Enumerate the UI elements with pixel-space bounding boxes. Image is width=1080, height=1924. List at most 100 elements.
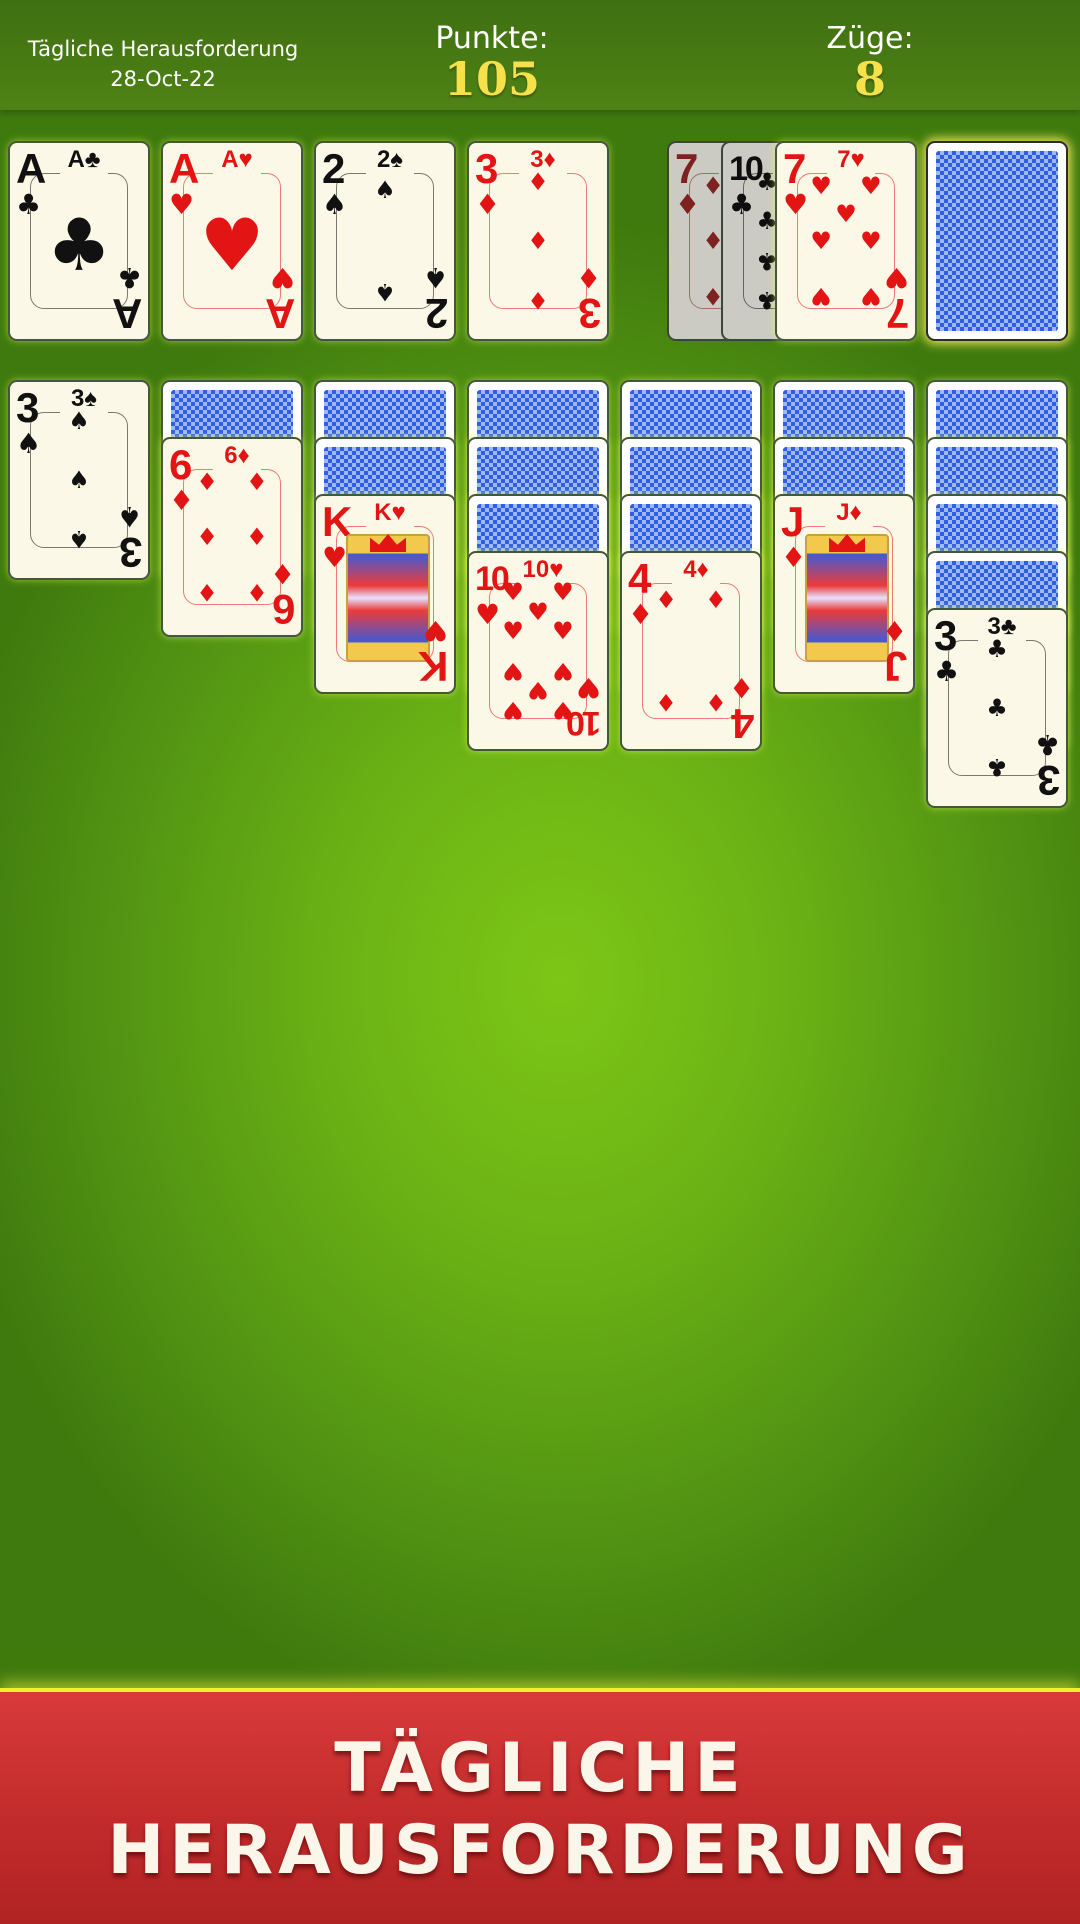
moves-label: Züge:: [826, 21, 914, 56]
card-suit-icon: ♣: [934, 655, 960, 688]
card-index: 4♦: [672, 556, 720, 584]
tableau-1-top-card[interactable]: 3 ♠ 3♠ ♠ ♠ ♠ 3 ♠: [8, 380, 150, 580]
tableau-5-top-card[interactable]: 4 ♦ 4♦ ♦ ♦ ♦ ♦ 4 ♦: [620, 551, 762, 751]
card-pip-icon: ♥: [527, 676, 549, 705]
card-pip-icon: ♣: [986, 635, 1008, 664]
card-rank: 3: [934, 612, 958, 659]
card-rank: 3: [16, 384, 40, 431]
card-rank: 6: [169, 441, 193, 488]
stock-pile[interactable]: [926, 141, 1068, 341]
challenge-info: Tägliche Herausforderung 28-Oct-22: [0, 34, 326, 94]
challenge-title: Tägliche Herausforderung: [27, 37, 299, 61]
card-suit-rotated-icon: ♠: [422, 261, 448, 294]
tableau-3-top-card[interactable]: K ♥ K♥ K ♥: [314, 494, 456, 694]
card-pip-icon: ♠: [374, 176, 396, 205]
card-face-figure: [805, 534, 889, 662]
foundation-card-4[interactable]: 3 ♦ 3♦ ♦ ♦ ♦ 3 ♦: [467, 141, 609, 341]
card-suit-rotated-icon: ♣: [1034, 728, 1060, 761]
banner-line-1: TÄGLICHE: [334, 1729, 746, 1808]
points-label: Punkte:: [435, 21, 549, 56]
card-pip-icon: ♠: [68, 407, 90, 436]
card-rank: 4: [628, 555, 652, 602]
card-pip-icon: ♥: [810, 172, 832, 201]
card-pip-icon: ♥: [860, 281, 882, 310]
card-suit-rotated-icon: ♥: [269, 261, 295, 294]
card-rank: 7: [783, 145, 807, 192]
card-rank-rotated: 7: [885, 290, 909, 337]
card-suit-rotated-icon: ♥: [422, 614, 448, 647]
card-suit-icon: ♥: [783, 188, 809, 221]
card-rank-rotated: J: [883, 643, 907, 690]
card-suit-icon: ♦: [628, 598, 654, 631]
card-pip-icon: ♥: [860, 227, 882, 255]
card-suit-icon: ♦: [169, 484, 195, 517]
points-value: 105: [443, 52, 541, 106]
moves-display: Züge: 8: [770, 21, 970, 106]
card-pip-icon: ♣: [986, 694, 1008, 722]
card-suit-icon: ♣: [16, 188, 42, 221]
banner-title: TÄGLICHE HERAUSFORDERUNG: [0, 1728, 1080, 1892]
card-suit-rotated-icon: ♥: [883, 261, 909, 294]
card-suit-rotated-icon: ♥: [575, 671, 601, 704]
card-pip-icon: ♣: [986, 752, 1008, 781]
card-pip-icon: ♥: [552, 617, 574, 646]
card-rank-rotated: K: [417, 643, 448, 690]
card-rank-rotated: 3: [118, 529, 142, 576]
card-index: 6♦: [213, 442, 261, 470]
card-rank: 2: [322, 145, 346, 192]
card-pip-icon: ♥: [552, 578, 574, 607]
top-bar: Tägliche Herausforderung 28-Oct-22 Punkt…: [0, 0, 1080, 110]
tableau-4-top-card[interactable]: 10 ♥ 10♥ ♥ ♥ ♥ ♥ ♥ ♥ ♥ ♥ ♥ ♥ 10 ♥: [467, 551, 609, 751]
challenge-date: 28-Oct-22: [110, 67, 216, 91]
card-pip-icon: ♦: [196, 523, 218, 551]
card-suit-rotated-icon: ♦: [269, 557, 295, 590]
card-suit-icon: ♥: [169, 188, 195, 221]
card-suit-icon: ♦: [781, 541, 807, 574]
card-suit-rotated-icon: ♣: [116, 261, 142, 294]
card-rank-rotated: 2: [424, 290, 448, 337]
card-pip-icon: ♦: [246, 523, 268, 551]
foundation-card-2[interactable]: A ♥ A♥ ♥ A ♥: [161, 141, 303, 341]
card-pip-icon: ♥: [502, 695, 524, 724]
card-suit-icon: ♠: [16, 427, 42, 460]
card-suit-rotated-icon: ♦: [575, 261, 601, 294]
tableau-6-top-card[interactable]: J ♦ J♦ J ♦: [773, 494, 915, 694]
moves-value: 8: [853, 52, 886, 106]
card-index: 2♠: [366, 146, 414, 174]
card-rank-rotated: 6: [271, 586, 295, 633]
card-pip-icon: ♦: [246, 468, 268, 497]
waste-card-3[interactable]: 7 ♥ 7♥ ♥ ♥ ♥ ♥ ♥ ♥ ♥ 7 ♥: [775, 141, 917, 341]
card-pip-icon: ♦: [527, 285, 549, 314]
card-pip-icon: ♥: [810, 281, 832, 310]
points-display: Punkte: 105: [392, 21, 592, 106]
foundation-card-1[interactable]: A ♣ A♣ ♣ A ♣: [8, 141, 150, 341]
card-rank: J: [781, 498, 805, 545]
card-center-suit-icon: ♥: [199, 202, 265, 287]
tableau-2-top-card[interactable]: 6 ♦ 6♦ ♦ ♦ ♦ ♦ ♦ ♦ 6 ♦: [161, 437, 303, 637]
card-pip-icon: ♠: [68, 524, 90, 553]
card-pip-icon: ♦: [705, 586, 727, 615]
card-pip-icon: ♦: [655, 586, 677, 615]
card-pip-icon: ♥: [860, 172, 882, 201]
card-pip-icon: ♠: [374, 277, 396, 306]
card-index: K♥: [366, 499, 414, 527]
card-index: J♦: [825, 499, 873, 527]
crown-icon: [370, 534, 406, 552]
card-suit-icon: ♣: [729, 188, 755, 221]
foundation-card-3[interactable]: 2 ♠ 2♠ ♠ ♠ 2 ♠: [314, 141, 456, 341]
card-index: A♥: [213, 146, 261, 174]
tableau-7-top-card[interactable]: 3 ♣ 3♣ ♣ ♣ ♣ 3 ♣: [926, 608, 1068, 808]
card-suit-rotated-icon: ♠: [116, 500, 142, 533]
card-suit-icon: ♥: [322, 541, 348, 574]
card-pip-icon: ♥: [502, 656, 524, 685]
card-index: A♣: [60, 146, 108, 174]
card-pip-icon: ♥: [502, 578, 524, 607]
card-pip-icon: ♥: [552, 656, 574, 685]
daily-challenge-banner: TÄGLICHE HERAUSFORDERUNG: [0, 1688, 1080, 1924]
card-rank-rotated: 10: [569, 704, 601, 742]
card-rank: A: [16, 145, 47, 192]
card-suit-rotated-icon: ♦: [728, 671, 754, 704]
card-pip-icon: ♦: [655, 687, 677, 716]
card-rank: 3: [475, 145, 499, 192]
card-pip-icon: ♦: [196, 468, 218, 497]
